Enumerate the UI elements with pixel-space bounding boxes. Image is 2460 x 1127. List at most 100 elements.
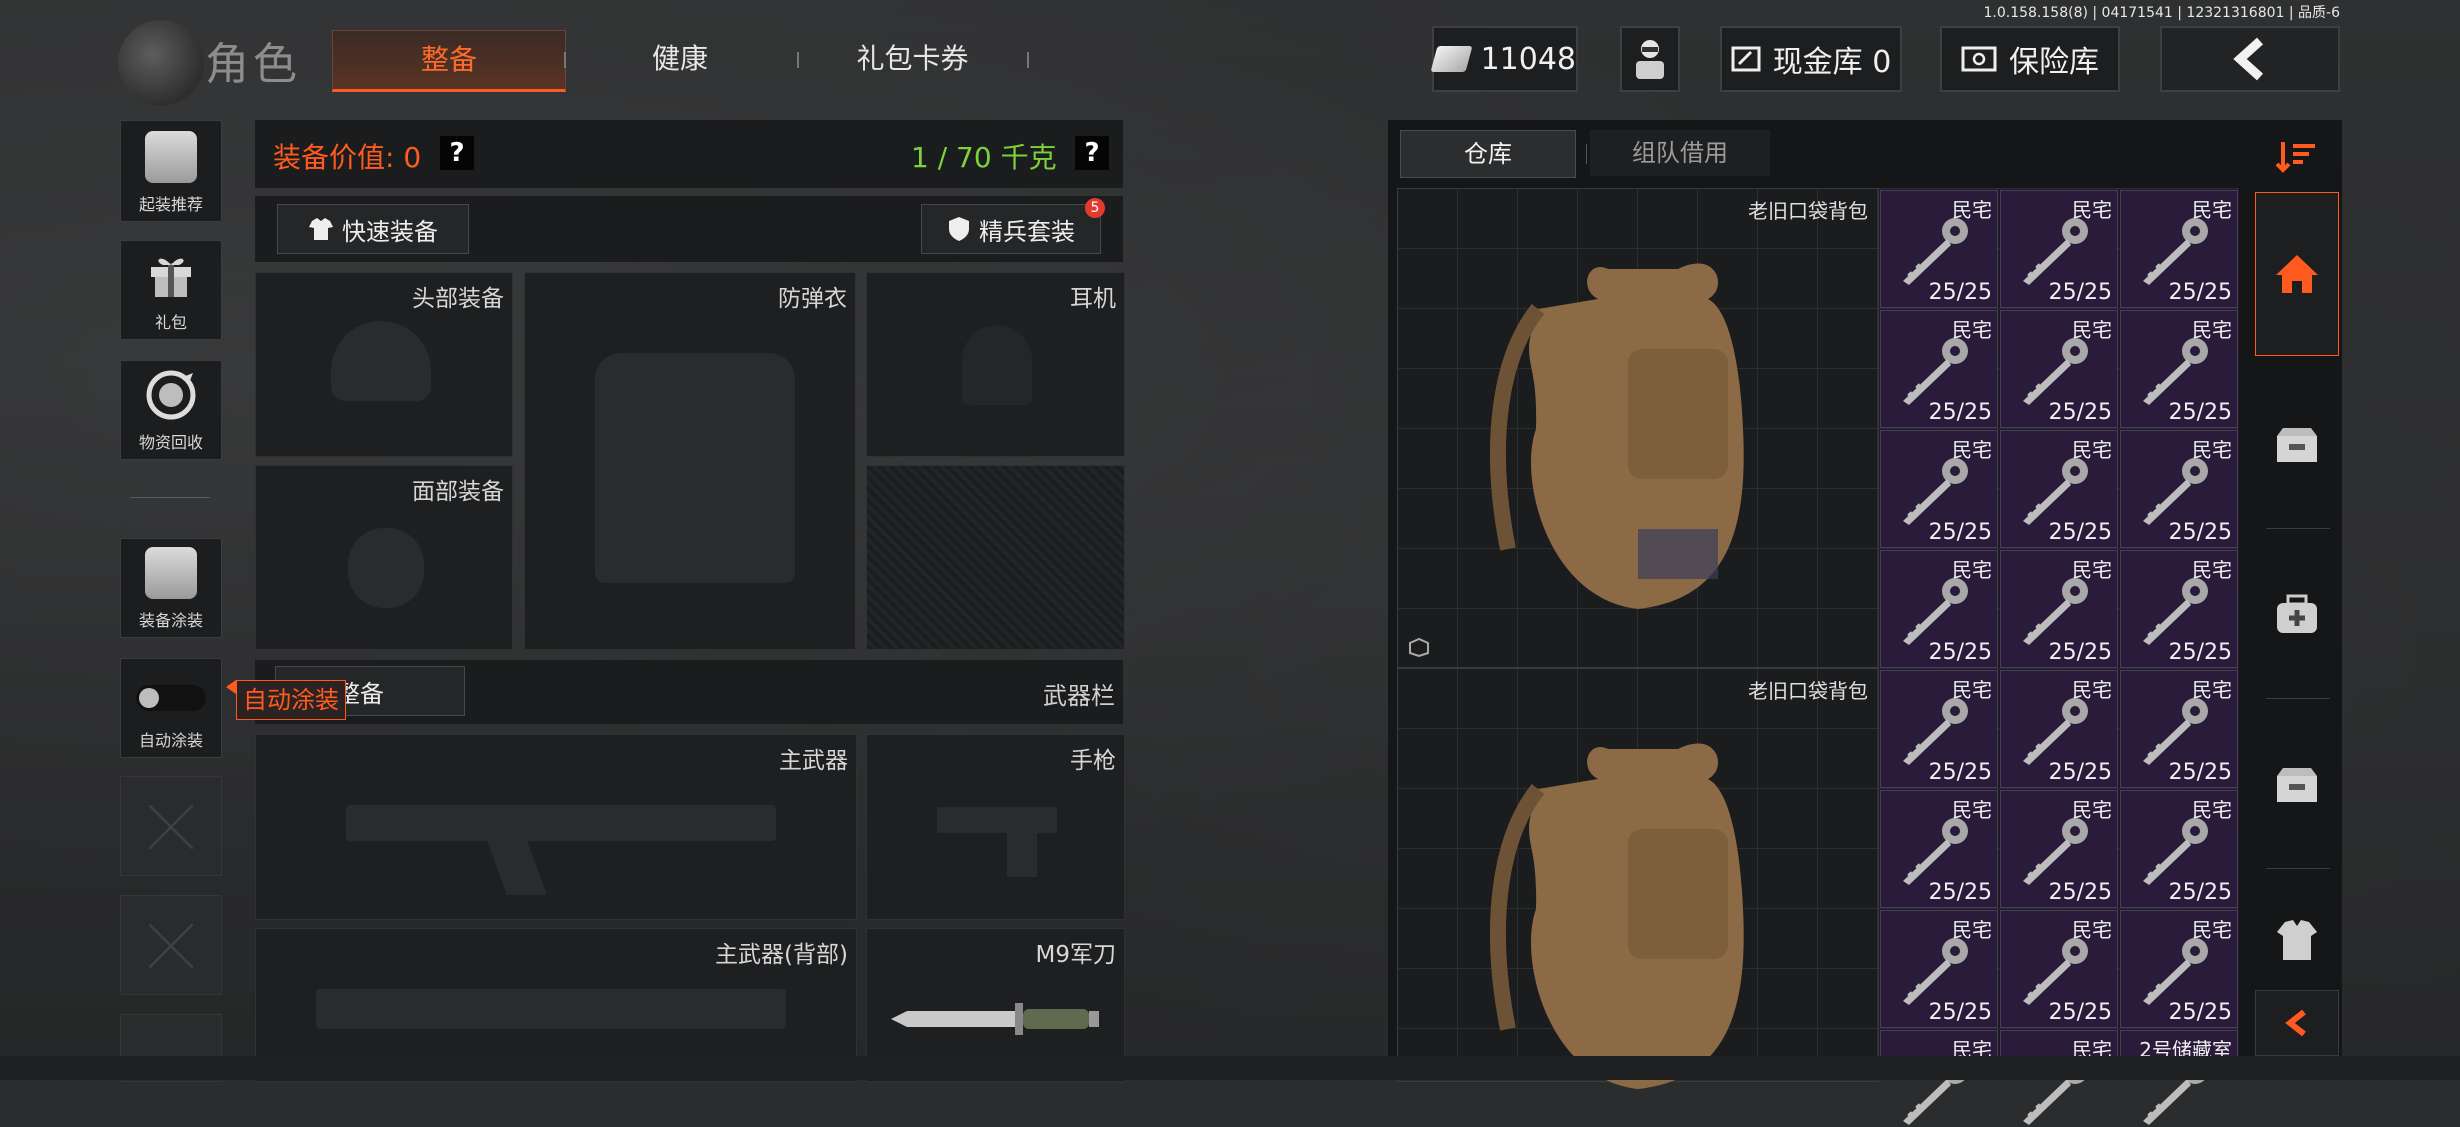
weight-help-icon[interactable]: ? xyxy=(1075,136,1109,170)
key-icon xyxy=(1903,698,1968,765)
storage-box-2-button[interactable] xyxy=(2255,710,2339,860)
key-count: 25/25 xyxy=(2168,640,2232,665)
pistol-grip-icon xyxy=(1007,831,1037,877)
helmet-icon xyxy=(331,321,431,401)
key-item[interactable]: 民宅 25/25 xyxy=(2000,790,2118,908)
backpack-item[interactable]: 老旧口袋背包 xyxy=(1397,188,1879,668)
rail-divider xyxy=(2266,868,2330,869)
key-count: 25/25 xyxy=(1928,1000,1992,1025)
key-item[interactable]: 民宅 25/25 xyxy=(1880,910,1998,1028)
face-gear-slot[interactable]: 面部装备 xyxy=(255,465,513,650)
key-item[interactable]: 民宅 25/25 xyxy=(2120,790,2238,908)
equipment-value: 装备价值: 0 xyxy=(273,141,422,174)
rail-divider xyxy=(2266,698,2330,699)
key-count: 25/25 xyxy=(1928,880,1992,905)
quick-equip-button[interactable]: 快速装备 xyxy=(277,204,469,254)
key-icon xyxy=(2023,338,2088,405)
key-item[interactable]: 民宅 25/25 xyxy=(2120,310,2238,428)
tab-separator xyxy=(1027,52,1029,68)
key-count: 25/25 xyxy=(2048,760,2112,785)
key-item[interactable]: 民宅 25/25 xyxy=(2120,190,2238,308)
locked-slot xyxy=(866,465,1125,650)
safe-button[interactable]: 保险库 xyxy=(1940,26,2120,92)
weapon-bar-header: 弹药整备 武器栏 xyxy=(255,660,1123,724)
recycle-button[interactable]: 物资回收 xyxy=(120,360,222,460)
empty-slot[interactable] xyxy=(120,776,222,876)
vest-icon xyxy=(2277,920,2317,960)
key-icon xyxy=(2023,458,2088,525)
auto-paint-toggle[interactable]: 自动涂装 xyxy=(120,658,222,758)
earphone-slot[interactable]: 耳机 xyxy=(866,272,1125,457)
storage-box-icon xyxy=(2277,428,2317,462)
head-gear-slot[interactable]: 头部装备 xyxy=(255,272,513,457)
weapon-bar-label: 武器栏 xyxy=(1043,682,1115,710)
medkit-button[interactable] xyxy=(2255,540,2339,690)
key-icon xyxy=(2023,218,2088,285)
empty-slot[interactable] xyxy=(120,895,222,995)
pistol-label: 手枪 xyxy=(1070,748,1116,774)
empty-slot-icon xyxy=(149,924,193,968)
key-count: 25/25 xyxy=(2048,520,2112,545)
key-icon xyxy=(2143,218,2208,285)
key-count: 25/25 xyxy=(1928,400,1992,425)
gift-pack-button[interactable]: 礼包 xyxy=(120,240,222,340)
key-icon xyxy=(2143,938,2208,1005)
currency-display[interactable]: 11048 xyxy=(1430,26,1578,92)
sort-button[interactable] xyxy=(2255,126,2339,188)
tooltip-arrow xyxy=(226,680,236,694)
storage-box-button[interactable] xyxy=(2255,370,2339,520)
primary-weapon-slot[interactable]: 主武器 xyxy=(255,734,857,920)
body-armor-slot[interactable]: 防弹衣 xyxy=(524,272,856,650)
key-item[interactable]: 民宅 25/25 xyxy=(1880,790,1998,908)
elite-set-button[interactable]: 精兵套装 xyxy=(921,204,1101,254)
tab-equip[interactable]: 整备 xyxy=(332,30,566,92)
key-icon xyxy=(2143,458,2208,525)
key-count: 25/25 xyxy=(1928,520,1992,545)
tab-health[interactable]: 健康 xyxy=(600,30,760,88)
cash-vault-button[interactable]: 现金库 0 xyxy=(1720,26,1902,92)
paint-gear-icon xyxy=(145,547,197,599)
key-item[interactable]: 民宅 25/25 xyxy=(2120,550,2238,668)
backpack-name: 老旧口袋背包 xyxy=(1748,679,1868,703)
vault-icon xyxy=(1731,46,1761,72)
vest-button[interactable] xyxy=(2255,880,2339,1000)
key-item[interactable]: 民宅 25/25 xyxy=(1880,550,1998,668)
back-button[interactable] xyxy=(2160,26,2340,92)
tab-gift-coupons[interactable]: 礼包卡券 xyxy=(830,30,995,88)
tab-team-borrow[interactable]: 组队借用 xyxy=(1590,130,1770,176)
key-item[interactable]: 民宅 25/25 xyxy=(1880,670,1998,788)
key-item[interactable]: 民宅 25/25 xyxy=(2000,670,2118,788)
rail-divider xyxy=(2266,528,2330,529)
key-item[interactable]: 民宅 25/25 xyxy=(2120,430,2238,548)
key-item[interactable]: 民宅 25/25 xyxy=(1880,310,1998,428)
toggle-icon[interactable] xyxy=(136,685,206,711)
loadout-recommend-button[interactable]: 起装推荐 xyxy=(120,120,222,222)
key-item[interactable]: 民宅 25/25 xyxy=(2120,910,2238,1028)
key-item[interactable]: 民宅 25/25 xyxy=(1880,190,1998,308)
key-item[interactable]: 民宅 25/25 xyxy=(2000,310,2118,428)
key-item[interactable]: 民宅 25/25 xyxy=(2000,190,2118,308)
key-item[interactable]: 民宅 25/25 xyxy=(2120,670,2238,788)
key-item[interactable]: 民宅 25/25 xyxy=(1880,430,1998,548)
pistol-slot[interactable]: 手枪 xyxy=(866,734,1125,920)
primary-weapon-label: 主武器 xyxy=(779,748,848,774)
face-gear-label: 面部装备 xyxy=(412,479,504,505)
body-armor-icon xyxy=(595,353,795,583)
bottom-bar xyxy=(0,1056,2460,1080)
gear-paint-button[interactable]: 装备涂装 xyxy=(120,538,222,638)
backpack-item[interactable]: 老旧口袋背包 xyxy=(1397,668,1879,1089)
key-item[interactable]: 民宅 25/25 xyxy=(2000,910,2118,1028)
weight-indicator: 1 / 70 千克 xyxy=(911,141,1057,174)
key-item[interactable]: 民宅 25/25 xyxy=(2000,550,2118,668)
collapse-button[interactable] xyxy=(2255,990,2339,1056)
home-button[interactable] xyxy=(2255,192,2339,356)
divider xyxy=(130,497,210,498)
key-item[interactable]: 民宅 25/25 xyxy=(2000,430,2118,548)
key-icon xyxy=(2023,698,2088,765)
value-help-icon[interactable]: ? xyxy=(440,136,474,170)
storage-box-2-icon xyxy=(2277,768,2317,802)
tab-separator xyxy=(797,52,799,68)
operator-button[interactable] xyxy=(1620,26,1680,92)
gas-mask-icon xyxy=(348,528,424,608)
tab-warehouse[interactable]: 仓库 xyxy=(1400,130,1576,178)
